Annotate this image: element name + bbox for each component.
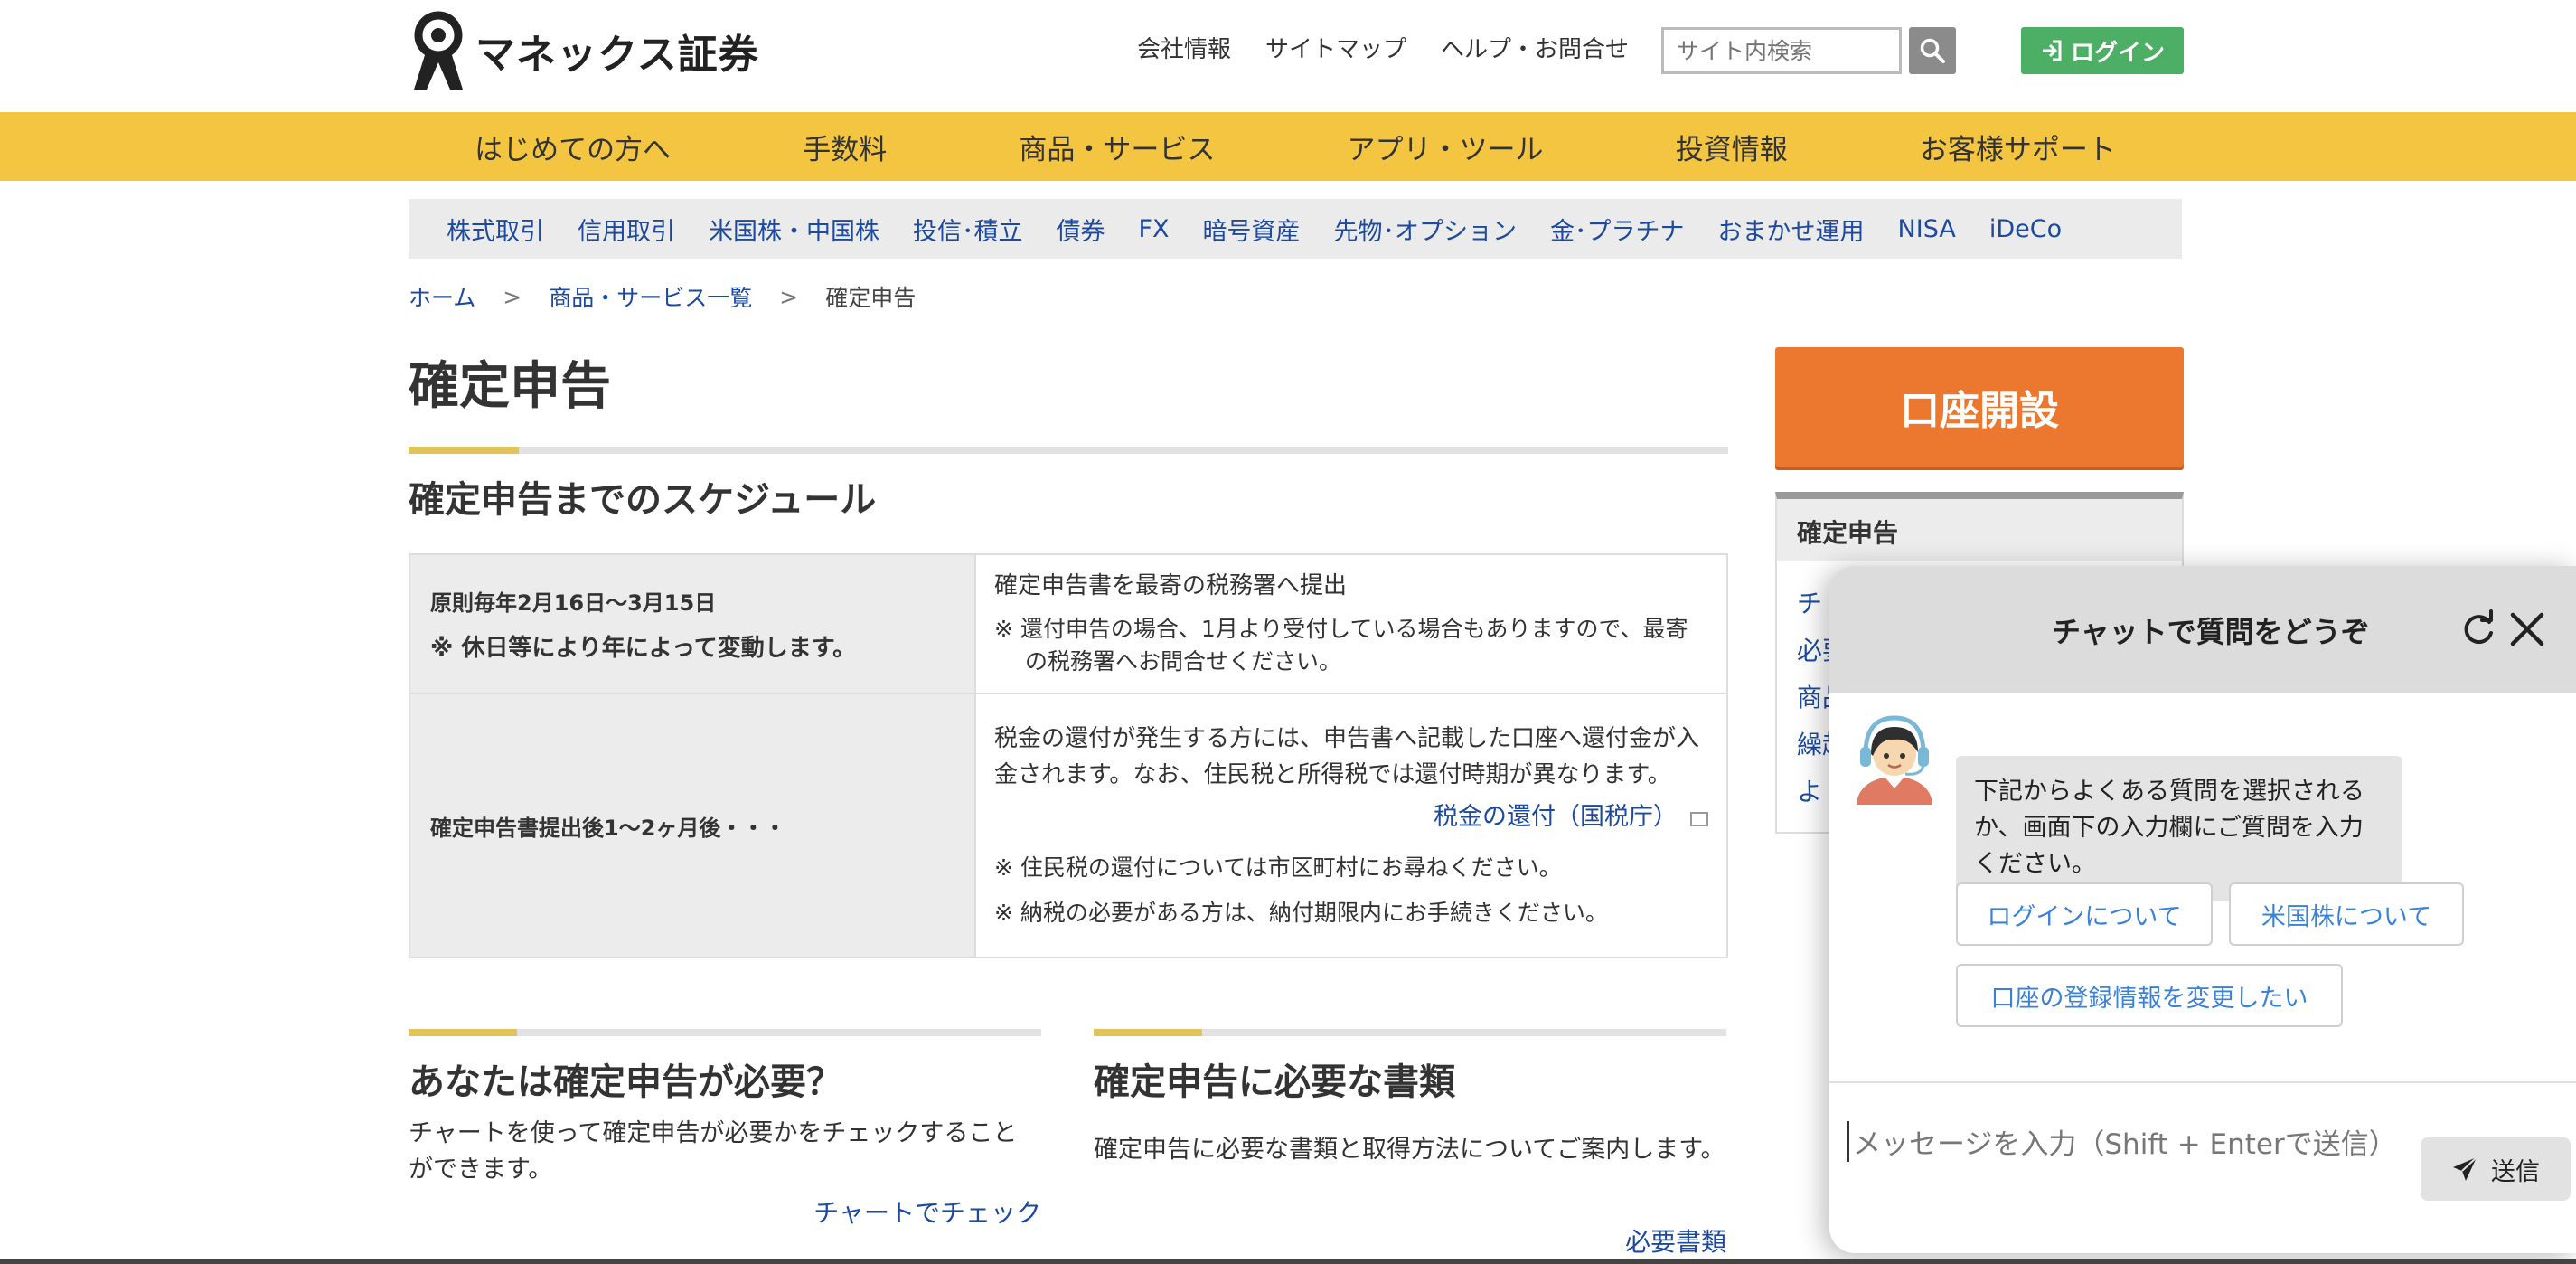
chat-header: チャットで質問をどうぞ (1829, 566, 2576, 693)
sub-nav-funds[interactable]: 投信･積立 (913, 212, 1023, 247)
schedule-when: 原則毎年2月16日～3月15日 (430, 590, 717, 616)
login-label: ログイン (2070, 39, 2165, 67)
schedule-what: 税金の還付が発生する方には、申告書へ記載した口座へ還付金が入金されます。なお、住… (994, 724, 1700, 788)
sub-nav-ideco[interactable]: iDeCo (1989, 215, 2062, 243)
logo-mark-icon (414, 11, 463, 90)
main-nav-beginners[interactable]: はじめての方へ (475, 127, 671, 167)
schedule-what-cell: 確定申告書を最寄の税務署へ提出 ※ 還付申告の場合、1月より受付している場合もあ… (974, 553, 1728, 694)
schedule-note: ※ 還付申告の場合、1月より受付している場合もありますので、最寄の税務署へお問合… (994, 616, 1688, 674)
sub-nav-crypto[interactable]: 暗号資産 (1203, 212, 1301, 247)
chat-divider (1829, 1081, 2576, 1083)
quick-reply-us-stocks[interactable]: 米国株について (2229, 882, 2464, 946)
send-icon (2453, 1156, 2477, 1181)
schedule-when-cell: 原則毎年2月16日～3月15日 ※ 休日等により年によって変動します。 (409, 553, 976, 694)
breadcrumb-separator: > (779, 283, 799, 310)
sub-nav-margin[interactable]: 信用取引 (578, 212, 675, 247)
external-link-icon (1690, 811, 1708, 826)
schedule-when: 確定申告書提出後1～2ヶ月後・・・ (430, 815, 786, 841)
card-divider (409, 1029, 1041, 1036)
card-text: 確定申告に必要な書類と取得方法についてご案内します。 (1094, 1136, 1725, 1164)
sub-nav-us-cn-stocks[interactable]: 米国株・中国株 (709, 212, 879, 247)
card-required-documents: 確定申告に必要な書類 確定申告に必要な書類と取得方法についてご案内します。 必要… (1094, 1029, 1726, 1257)
schedule-table: 原則毎年2月16日～3月15日 ※ 休日等により年によって変動します。 確定申告… (409, 553, 1728, 958)
card-divider (1094, 1029, 1726, 1036)
main-nav-fees[interactable]: 手数料 (803, 127, 887, 167)
monex-logo[interactable]: マネックス証券 (409, 9, 759, 92)
tax-refund-link-label: 税金の還付（国税庁） (1434, 802, 1678, 831)
utility-links: 会社情報 サイトマップ ヘルプ・お問合せ (1137, 31, 1629, 64)
card-title: あなたは確定申告が必要？ (409, 1061, 842, 1103)
util-link-help[interactable]: ヘルプ・お問合せ (1441, 31, 1629, 64)
sub-nav: 株式取引 信用取引 米国株・中国株 投信･積立 債券 FX 暗号資産 先物･オプ… (409, 199, 2182, 259)
main-nav-apps-tools[interactable]: アプリ・ツール (1348, 127, 1544, 167)
main-nav-investment-info[interactable]: 投資情報 (1676, 127, 1788, 167)
util-link-sitemap[interactable]: サイトマップ (1265, 31, 1406, 64)
sub-nav-bonds[interactable]: 債券 (1057, 212, 1105, 247)
sub-nav-fx[interactable]: FX (1139, 215, 1170, 243)
sidebar-title: 確定申告 (1777, 499, 2182, 561)
quick-reply-login[interactable]: ログインについて (1956, 882, 2213, 946)
site-search-input[interactable] (1661, 27, 1902, 74)
sub-nav-futures[interactable]: 先物･オプション (1334, 212, 1518, 247)
chat-message-bubble: 下記からよくある質問を選択されるか、画面下の入力欄にご質問を入力ください。 (1956, 756, 2402, 901)
refresh-icon[interactable] (2458, 609, 2498, 649)
chat-message-input[interactable]: メッセージを入力（Shift + Enterで送信） (1847, 1121, 2417, 1162)
schedule-when-note: ※ 休日等により年によって変動します。 (430, 635, 857, 662)
logo-text: マネックス証券 (475, 32, 759, 78)
title-divider (409, 447, 1728, 454)
schedule-note: ※ 納税の必要がある方は、納付期限内にお手続きください。 (994, 899, 1608, 926)
login-button[interactable]: ログイン (2021, 27, 2184, 74)
section-title: 確定申告までのスケジュール (409, 479, 877, 521)
main-nav-products[interactable]: 商品・サービス (1019, 127, 1215, 167)
sub-nav-gold[interactable]: 金･プラチナ (1550, 212, 1685, 247)
chart-check-link[interactable]: チャートでチェック (813, 1193, 1041, 1230)
quick-reply-change-registration[interactable]: 口座の登録情報を変更したい (1956, 964, 2343, 1027)
schedule-note: ※ 住民税の還付については市区町村にお尋ねください。 (994, 854, 1562, 881)
sub-nav-robo[interactable]: おまかせ運用 (1718, 212, 1865, 247)
breadcrumb-current: 確定申告 (825, 285, 917, 311)
chat-title: チャットで質問をどうぞ (2052, 615, 2370, 649)
chat-widget: チャットで質問をどうぞ 下記からよくある質問を選択されるか、画面下の入力欄にご質… (1829, 566, 2576, 1253)
required-documents-link[interactable]: 必要書類 (1625, 1222, 1726, 1259)
schedule-row: 確定申告書提出後1～2ヶ月後・・・ 税金の還付が発生する方には、申告書へ記載した… (409, 693, 1728, 958)
breadcrumb: ホーム > 商品・サービス一覧 > 確定申告 (409, 280, 916, 313)
card-title: 確定申告に必要な書類 (1094, 1061, 1455, 1103)
login-icon (2042, 40, 2062, 61)
schedule-what-cell: 税金の還付が発生する方には、申告書へ記載した口座へ還付金が入金されます。なお、住… (974, 693, 1728, 958)
schedule-what: 確定申告書を最寄の税務署へ提出 (994, 572, 1348, 599)
breadcrumb-products[interactable]: 商品・サービス一覧 (549, 280, 752, 313)
schedule-when-cell: 確定申告書提出後1～2ヶ月後・・・ (409, 693, 976, 958)
tax-refund-link[interactable]: 税金の還付（国税庁） (994, 797, 1708, 832)
main-nav-support[interactable]: お客様サポート (1920, 127, 2116, 167)
card-text: チャートを使って確定申告が必要かをチェックすることができます。 (409, 1119, 1018, 1184)
close-icon[interactable] (2505, 608, 2549, 651)
page-title: 確定申告 (409, 357, 611, 416)
sub-nav-nisa[interactable]: NISA (1898, 215, 1956, 243)
send-label: 送信 (2491, 1157, 2540, 1186)
send-button[interactable]: 送信 (2421, 1137, 2571, 1201)
util-link-company[interactable]: 会社情報 (1137, 31, 1231, 64)
open-account-button[interactable]: 口座開設 (1775, 347, 2184, 467)
agent-avatar-icon (1857, 715, 1932, 805)
schedule-row: 原則毎年2月16日～3月15日 ※ 休日等により年によって変動します。 確定申告… (409, 553, 1728, 694)
search-button[interactable] (1909, 27, 1956, 74)
search-icon (1920, 38, 1945, 63)
window-bottom-edge (0, 1259, 2576, 1264)
card-need-filing: あなたは確定申告が必要？ チャートを使って確定申告が必要かをチェックすることがで… (409, 1029, 1041, 1228)
breadcrumb-separator: > (503, 283, 522, 310)
sub-nav-stocks[interactable]: 株式取引 (447, 212, 544, 247)
breadcrumb-home[interactable]: ホーム (409, 280, 475, 313)
site-header: マネックス証券 会社情報 サイトマップ ヘルプ・お問合せ ログイン (0, 0, 2576, 112)
main-nav: はじめての方へ 手数料 商品・サービス アプリ・ツール 投資情報 お客様サポート (0, 112, 2576, 181)
